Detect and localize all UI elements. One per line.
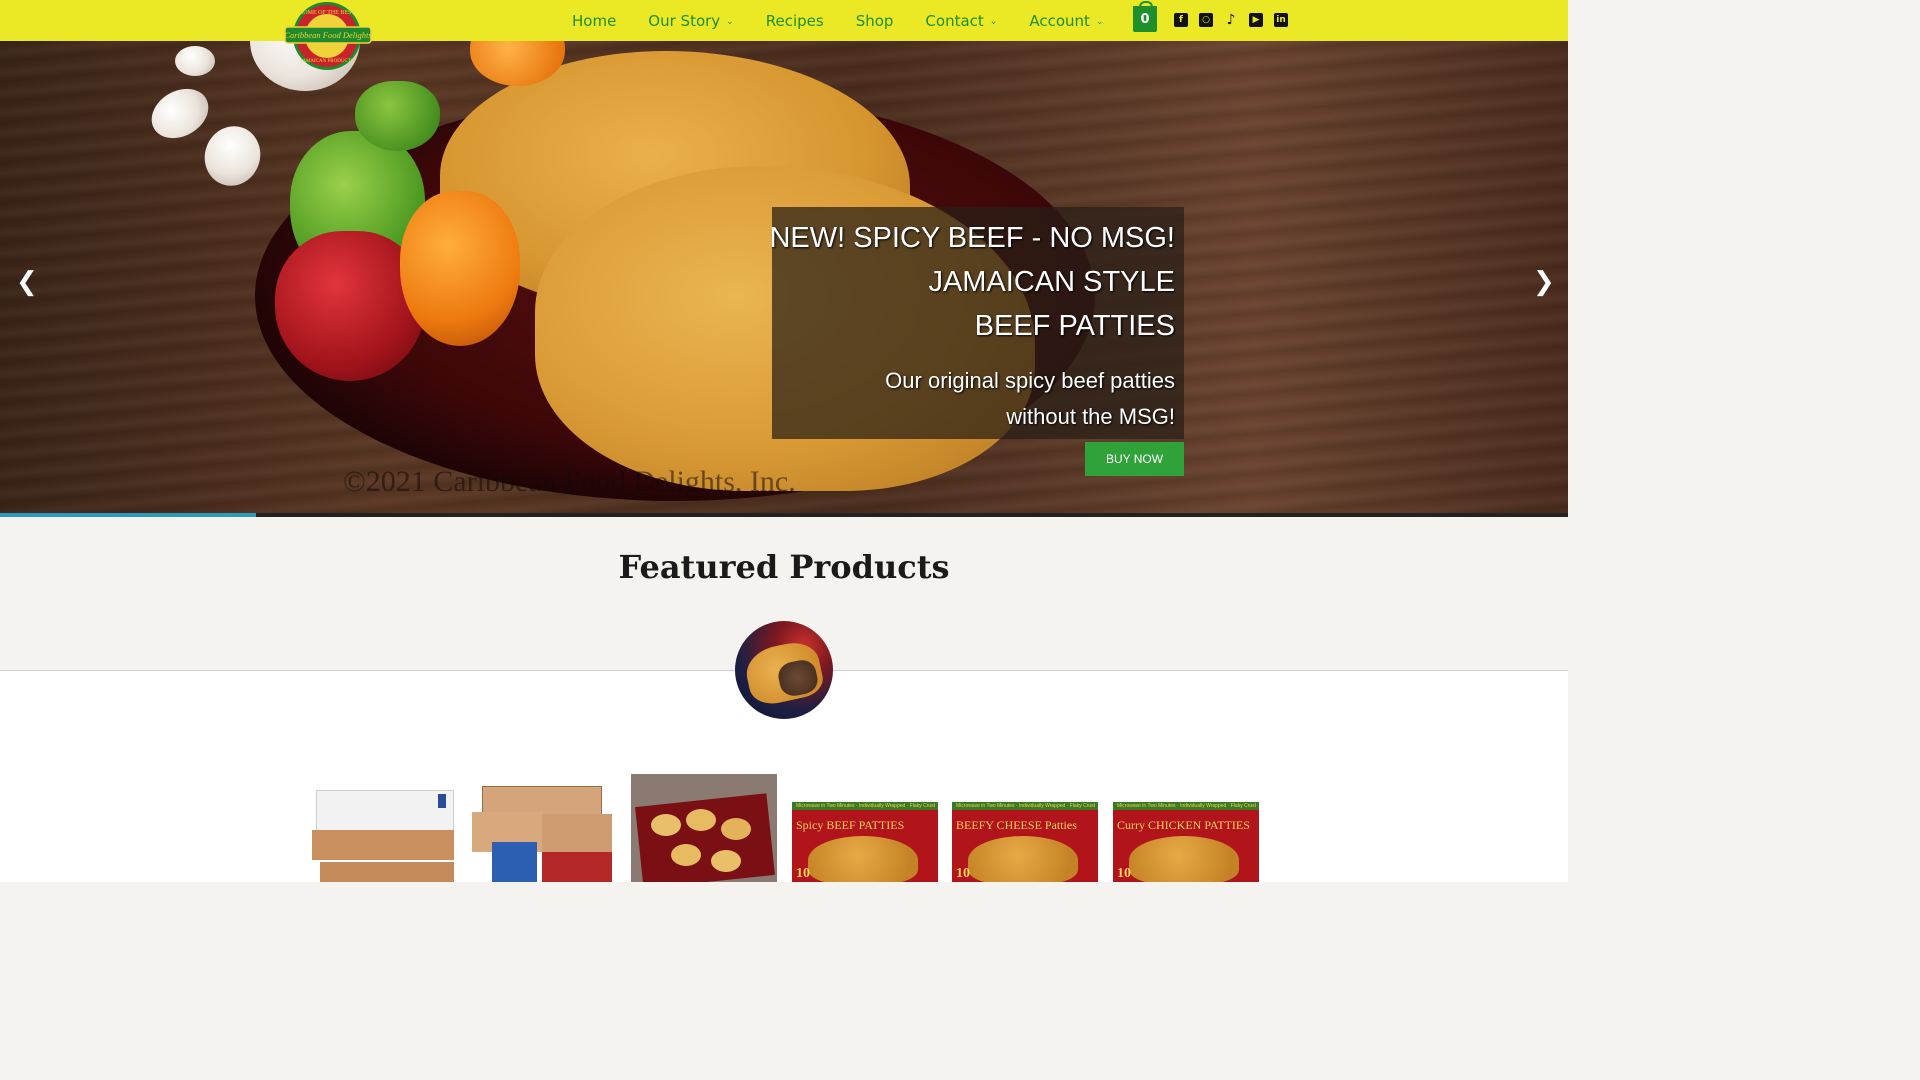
hero-subtitle-line: without the MSG! bbox=[1006, 404, 1175, 429]
nav-home-label: Home bbox=[572, 11, 617, 30]
chevron-left-icon[interactable]: ❮ bbox=[16, 267, 38, 297]
main-nav: Home Our Story ⌄ Recipes Shop Contact ⌄ Ac… bbox=[556, 0, 1119, 41]
chevron-down-icon: ⌄ bbox=[1095, 17, 1104, 27]
site-logo[interactable]: Caribbean Food Delights HOME OF THE BEST… bbox=[283, 0, 373, 72]
product-card-tray[interactable] bbox=[631, 774, 777, 882]
pack-strip: Microwave in Two Minutes · Individually … bbox=[796, 803, 936, 809]
garlic-clove-image bbox=[142, 79, 218, 148]
hero-title: NEW! SPICY BEEF - NO MSG! JAMAICAN STYLE… bbox=[655, 216, 1175, 348]
pack-strip: Microwave in Two Minutes · Individually … bbox=[956, 803, 1096, 809]
pack-label: Spicy BEEF PATTIES bbox=[796, 818, 905, 832]
nav-contact-label: Contact bbox=[925, 11, 984, 30]
instagram-icon[interactable]: ○ bbox=[1199, 13, 1213, 27]
hero-subtitle-line: Our original spicy beef patties bbox=[885, 368, 1175, 393]
green-pepper-image bbox=[355, 81, 440, 151]
garlic-clove-image bbox=[196, 118, 269, 194]
featured-products-heading: Featured Products bbox=[618, 548, 950, 586]
nav-shop[interactable]: Shop bbox=[856, 12, 894, 30]
product-card-case[interactable] bbox=[310, 774, 456, 882]
nav-account[interactable]: Account ⌄ bbox=[1029, 12, 1103, 30]
orange-pepper-image bbox=[400, 191, 520, 346]
nav-recipes[interactable]: Recipes bbox=[766, 12, 824, 30]
logo-bottom-text: JAMAICAN PRODUCTS bbox=[300, 59, 353, 64]
pack-count: 10 bbox=[796, 866, 810, 881]
slider-progress bbox=[0, 513, 1568, 517]
product-card-variety[interactable] bbox=[472, 774, 618, 882]
featured-patty-image bbox=[735, 621, 833, 719]
product-card-spicy-beef[interactable]: Microwave in Two Minutes · Individually … bbox=[792, 774, 938, 882]
cart-button[interactable]: 0 bbox=[1133, 1, 1157, 32]
hero-title-line: BEEF PATTIES bbox=[974, 310, 1175, 342]
copyright-watermark: ©2021 Caribbean Food Delights, Inc. bbox=[343, 465, 796, 498]
chevron-down-icon: ⌄ bbox=[726, 17, 734, 27]
chevron-down-icon: ⌄ bbox=[989, 17, 998, 27]
nav-our-story-label: Our Story bbox=[648, 11, 721, 30]
hero-subtitle: Our original spicy beef patties without … bbox=[755, 363, 1175, 435]
tiktok-icon[interactable]: ♪ bbox=[1224, 13, 1238, 27]
pack-count: 10 bbox=[956, 866, 970, 881]
nav-home[interactable]: Home bbox=[572, 12, 616, 30]
site-header: Home Our Story ⌄ Recipes Shop Contact ⌄ Ac… bbox=[0, 0, 1568, 41]
chevron-right-icon[interactable]: ❯ bbox=[1533, 267, 1555, 297]
pack-label: Curry CHICKEN PATTIES bbox=[1117, 818, 1250, 832]
nav-account-label: Account bbox=[1029, 11, 1090, 30]
pack-strip: Microwave in Two Minutes · Individually … bbox=[1117, 803, 1257, 809]
youtube-icon[interactable]: ▶ bbox=[1249, 13, 1263, 27]
slider-progress-fill bbox=[0, 513, 256, 517]
pack-count: 10 bbox=[1117, 866, 1131, 881]
social-links: f ○ ♪ ▶ in bbox=[1174, 13, 1288, 27]
product-grid: Microwave in Two Minutes · Individually … bbox=[310, 774, 1260, 882]
nav-recipes-label: Recipes bbox=[765, 11, 824, 30]
hero-slider: ❮ ❯ NEW! SPICY BEEF - NO MSG! JAMAICAN S… bbox=[0, 41, 1568, 517]
hero-title-line: NEW! SPICY BEEF - NO MSG! bbox=[769, 222, 1175, 254]
product-card-beefy-cheese[interactable]: Microwave in Two Minutes · Individually … bbox=[952, 774, 1098, 882]
buy-now-button[interactable]: BUY NOW bbox=[1085, 442, 1184, 476]
product-card-curry-chicken[interactable]: Microwave in Two Minutes · Individually … bbox=[1113, 774, 1259, 882]
hero-title-line: JAMAICAN STYLE bbox=[928, 266, 1175, 298]
facebook-icon[interactable]: f bbox=[1174, 13, 1188, 27]
logo-top-text: HOME OF THE BEST bbox=[299, 10, 355, 16]
nav-our-story[interactable]: Our Story ⌄ bbox=[648, 12, 733, 30]
nav-shop-label: Shop bbox=[855, 11, 894, 30]
garlic-clove-image bbox=[175, 46, 215, 76]
pack-label: BEEFY CHEESE Patties bbox=[956, 818, 1077, 832]
logo-main-text: Caribbean Food Delights bbox=[284, 30, 372, 40]
nav-contact[interactable]: Contact ⌄ bbox=[925, 12, 997, 30]
cart-count: 0 bbox=[1140, 11, 1150, 27]
linkedin-icon[interactable]: in bbox=[1274, 13, 1288, 27]
